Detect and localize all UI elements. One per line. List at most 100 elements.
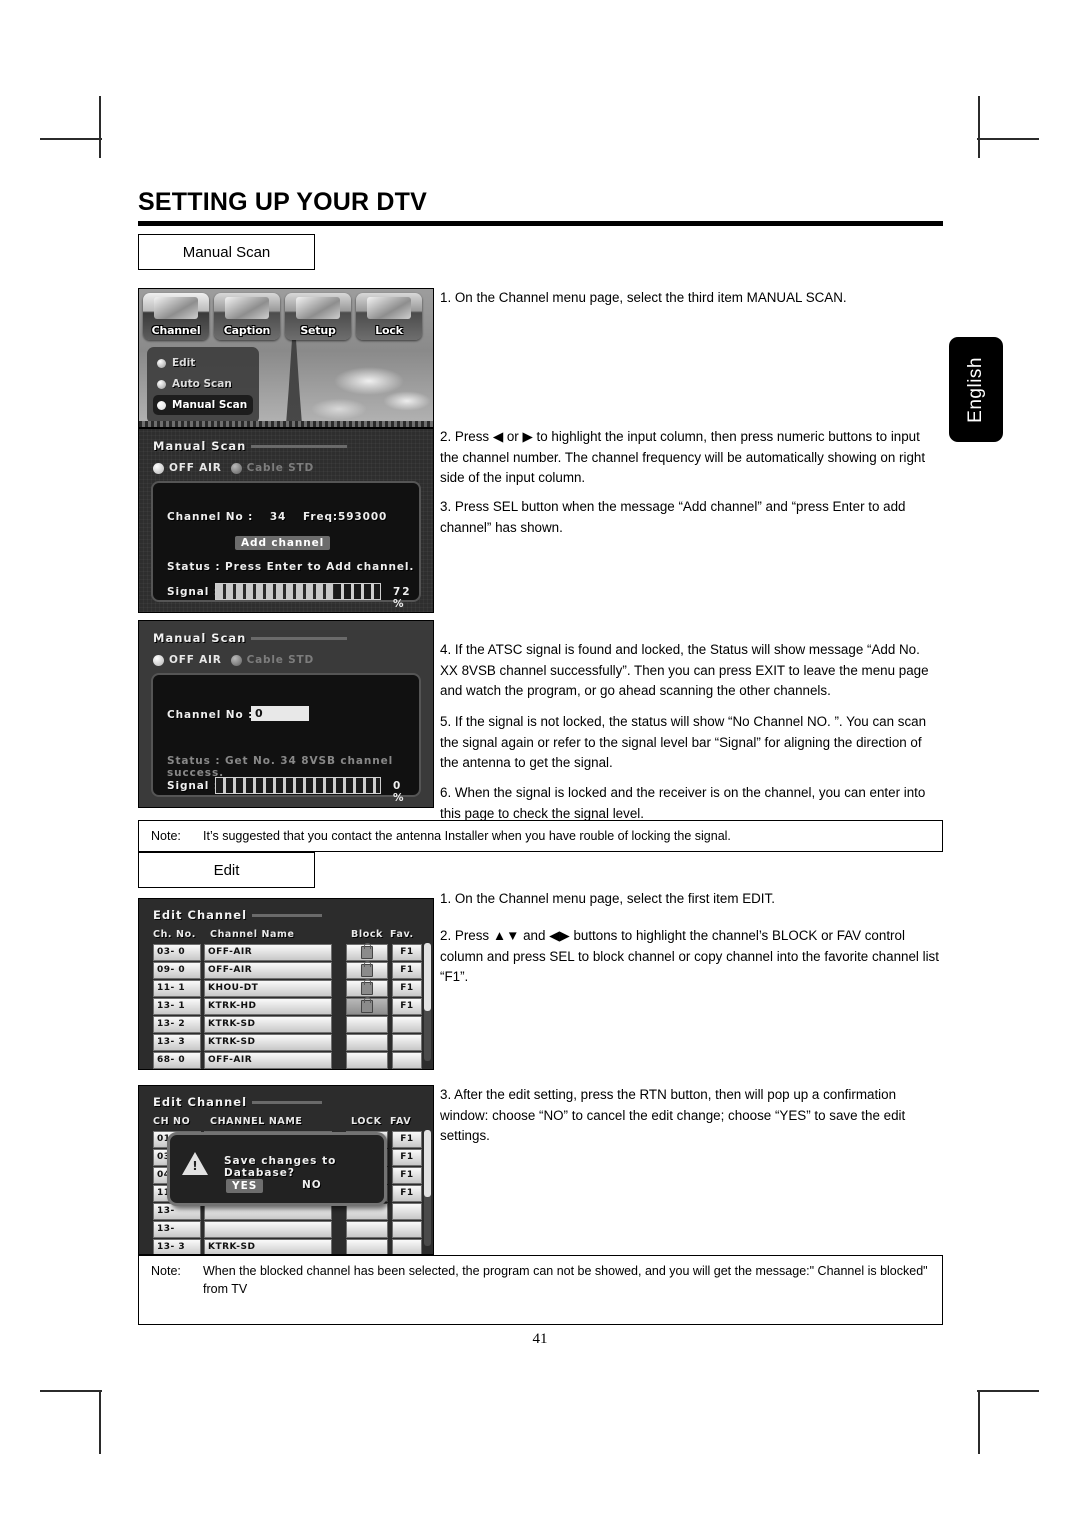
manual-scan-step-6: 6. When the signal is locked and the rec… [440, 785, 926, 821]
osd-scrollbar-2[interactable] [424, 1130, 431, 1246]
cell-fav[interactable]: F1 [392, 962, 422, 979]
osd-scrollbar[interactable] [424, 943, 431, 1061]
osd-manual-scan-title-1-text: Manual Scan [153, 439, 247, 453]
cell-channel-no: 13- 1 [153, 998, 201, 1015]
osd-bottom-strip [139, 421, 433, 427]
cell-block[interactable] [346, 960, 388, 979]
cell-channel-no: 13- 2 [153, 1016, 201, 1033]
bullet-icon [157, 400, 166, 410]
cell-channel-name: OFF-AIR [204, 962, 332, 979]
crop-mark-top-right-v [978, 96, 980, 158]
cell-channel-name: KTRK-HD [204, 998, 332, 1015]
osd-tab-channel: Channel [143, 293, 209, 340]
manual-scan-step-2: 2. Press ◀ or ▶ to highlight the input c… [440, 429, 926, 485]
cell-block[interactable] [346, 1034, 388, 1051]
note-box-edit: Note: When the blocked channel has been … [138, 1255, 943, 1325]
lock-icon [361, 996, 373, 1013]
cell-fav[interactable]: F1 [392, 1167, 422, 1184]
osd-scrollbar-thumb[interactable] [424, 943, 431, 1012]
osd-manual-scan-panel-1: Channel No : 34 Freq:593000 Add channel … [151, 481, 421, 610]
osd-source-radios-1: OFF AIR Cable STD [153, 462, 314, 474]
cell-lock[interactable] [346, 1221, 388, 1238]
osd-channel-no-input[interactable]: 0 [251, 706, 309, 721]
cell-fav[interactable] [392, 1052, 422, 1069]
osd-menu-item-manual-scan: Manual Scan [153, 395, 253, 415]
cell-fav[interactable] [392, 1016, 422, 1033]
table-row[interactable]: 11- 1 KHOU-DT F1 [153, 978, 422, 997]
cell-fav[interactable]: F1 [392, 944, 422, 961]
cell-block[interactable] [346, 1052, 388, 1069]
cell-fav[interactable]: F1 [392, 980, 422, 997]
table-row[interactable]: 13- 1 KTRK-HD F1 [153, 996, 422, 1015]
crop-mark-bottom-left-h [40, 1390, 102, 1392]
cell-channel-no: 13- [153, 1221, 201, 1238]
cell-fav[interactable]: F1 [392, 1149, 422, 1166]
osd-col-header-block: Block [351, 929, 383, 940]
osd-screenshot-edit-channel-confirm: Edit Channel CH NO CHANNEL NAME LOCK FAV… [138, 1085, 434, 1255]
table-row[interactable]: 13- 3 KTRK-SD [153, 1034, 422, 1051]
cell-block[interactable] [346, 1016, 388, 1033]
language-side-tab-text: English [965, 356, 986, 423]
osd-signal-bar-2 [215, 777, 381, 794]
cell-fav[interactable] [392, 1034, 422, 1051]
osd-col-header-name: Channel Name [210, 929, 295, 940]
crop-mark-bottom-right-h [977, 1390, 1039, 1392]
osd-edit-channel-title-text: Edit Channel [153, 908, 248, 922]
cell-lock[interactable] [346, 1239, 388, 1254]
osd-col-header-no: Ch. No. [153, 929, 196, 940]
cell-channel-name [204, 1221, 332, 1238]
osd-channel-no-label-1: Channel No : [167, 511, 254, 523]
cell-fav[interactable] [392, 1203, 422, 1220]
osd-channel-no-value-1: 34 [269, 511, 287, 523]
osd-manual-scan-title-2: Manual Scan [153, 631, 348, 645]
manual-scan-step-5: 5. If the signal is not locked, the stat… [440, 714, 927, 770]
manual-scan-step-4: 4. If the ATSC signal is found and locke… [440, 642, 929, 698]
cell-block[interactable] [346, 942, 388, 961]
screen-icon [225, 297, 269, 319]
title-rule [138, 221, 943, 226]
cell-block[interactable] [346, 996, 388, 1015]
table-row[interactable]: 13- 2 KTRK-SD [153, 1016, 422, 1033]
osd-channel-no-row-1: Channel No : 34 [167, 511, 286, 523]
osd-tab-lock: Lock [356, 293, 422, 340]
cell-fav[interactable] [392, 1221, 422, 1238]
osd-add-channel-button[interactable]: Add channel [235, 536, 331, 550]
table-row[interactable]: 13- [153, 1221, 422, 1238]
osd-menu-tab-row: Channel Caption Setup Lock [143, 293, 422, 340]
note-label-1: Note: [151, 828, 181, 843]
cell-fav[interactable]: F1 [392, 998, 422, 1015]
osd-dialog-yes-button[interactable]: YES [226, 1179, 264, 1193]
osd-radio-off-air-1-label: OFF AIR [169, 462, 222, 474]
cell-fav[interactable]: F1 [392, 1131, 422, 1148]
osd-scrollbar-thumb-2[interactable] [424, 1130, 431, 1198]
osd-col-header-fav-2: FAV [390, 1116, 412, 1127]
osd-menu-item-edit-label: Edit [172, 357, 196, 369]
table-row[interactable]: 09- 0 OFF-AIR F1 [153, 960, 422, 979]
osd-dialog-no-button[interactable]: NO [302, 1179, 322, 1191]
lock-icon [361, 960, 373, 977]
osd-status-2: Status : Get No. 34 8VSB channel success… [167, 755, 394, 779]
table-row[interactable]: 68- 0 OFF-AIR [153, 1052, 422, 1069]
cell-channel-no: 03- 0 [153, 944, 201, 961]
page-number: 41 [532, 1331, 548, 1347]
osd-manual-scan-panel-2: Channel No : 0 Status : Get No. 34 8VSB … [151, 673, 421, 804]
cell-block[interactable] [346, 978, 388, 997]
osd-col-header-no-2: CH NO [153, 1116, 191, 1127]
osd-edit-channel-title-2: Edit Channel [153, 1095, 323, 1109]
osd-radio-cable-1: Cable STD [230, 462, 314, 474]
osd-menu-item-manual-scan-label: Manual Scan [172, 399, 248, 411]
table-row[interactable]: 13- 3 KTRK-SD [153, 1239, 422, 1254]
osd-menu-item-auto-scan-label: Auto Scan [172, 378, 232, 390]
osd-menu-item-edit: Edit [153, 353, 253, 373]
osd-manual-scan-title-1: Manual Scan [153, 439, 348, 453]
cell-fav[interactable] [392, 1239, 422, 1254]
note-text-1: It’s suggested that you contact the ante… [203, 828, 731, 843]
cell-channel-no: 13- 3 [153, 1239, 201, 1254]
radio-selected-icon [153, 462, 164, 474]
cell-fav[interactable]: F1 [392, 1185, 422, 1202]
tools-icon [296, 297, 340, 319]
osd-radio-off-air-2: OFF AIR [153, 654, 222, 666]
section-label-manual-scan-text: Manual Scan [182, 243, 271, 261]
manual-page: SETTING UP YOUR DTV Manual Scan Edit Eng… [0, 0, 1080, 1528]
table-row[interactable]: 03- 0 OFF-AIR F1 [153, 942, 422, 961]
